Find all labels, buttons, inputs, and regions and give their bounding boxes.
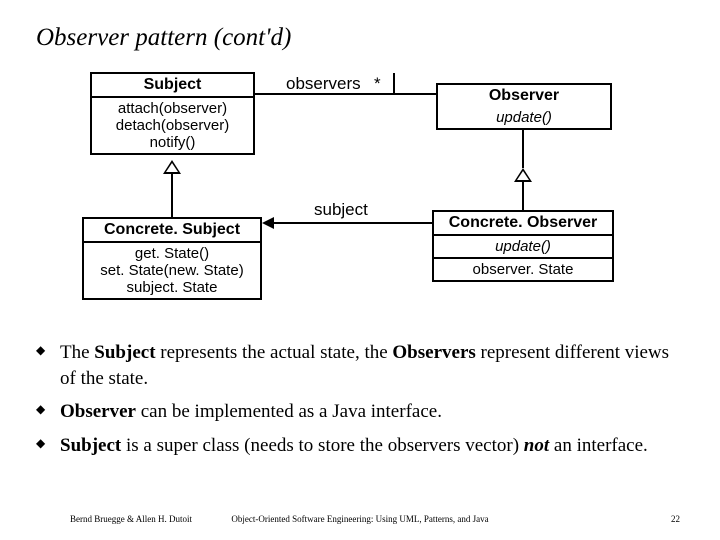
bold: Subject	[60, 435, 121, 456]
op: get. State()	[88, 245, 256, 262]
class-ops: get. State() set. State(new. State) subj…	[84, 243, 260, 298]
class-name: Subject	[92, 74, 253, 98]
op: attach(observer)	[96, 100, 249, 117]
assoc-label-star: *	[374, 74, 381, 94]
op: update()	[442, 109, 606, 126]
generalization-icon	[514, 168, 532, 182]
class-observer: Observer update()	[436, 83, 612, 130]
class-subject: Subject attach(observer) detach(observer…	[90, 72, 255, 155]
bullet-list: The Subject represents the actual state,…	[36, 340, 680, 467]
generalization-icon	[163, 160, 181, 174]
gen-line	[522, 182, 524, 210]
text: represents the actual state, the	[156, 342, 393, 363]
bullet-item: Observer can be implemented as a Java in…	[36, 399, 680, 425]
bullet-item: The Subject represents the actual state,…	[36, 340, 680, 391]
assoc-line-subject	[274, 222, 432, 224]
text: is a super class (needs to store the obs…	[121, 435, 524, 456]
bullet-item: Subject is a super class (needs to store…	[36, 433, 680, 459]
op: detach(observer)	[96, 117, 249, 134]
text: an interface.	[549, 435, 648, 456]
footer-title: Object-Oriented Software Engineering: Us…	[0, 514, 720, 524]
class-name: Concrete. Subject	[84, 219, 260, 243]
bold: Subject	[94, 342, 155, 363]
bold: Observer	[60, 401, 136, 422]
class-attrs: observer. State	[434, 257, 612, 280]
class-name: Observer	[438, 85, 610, 107]
class-ops: update()	[438, 107, 610, 128]
assoc-label-subject: subject	[314, 200, 368, 220]
bold: Observers	[392, 342, 475, 363]
assoc-label-observers: observers	[286, 74, 361, 94]
gen-line-upper	[522, 128, 524, 168]
class-ops: attach(observer) detach(observer) notify…	[92, 98, 253, 153]
gen-line	[171, 174, 173, 217]
assoc-tick	[393, 73, 395, 95]
slide-title: Observer pattern (cont'd)	[36, 24, 291, 52]
op: notify()	[96, 134, 249, 151]
attr: observer. State	[438, 261, 608, 278]
class-concrete-observer: Concrete. Observer update() observer. St…	[432, 210, 614, 282]
footer-page: 22	[671, 514, 680, 524]
text: can be implemented as a Java interface.	[136, 401, 442, 422]
op: update()	[438, 238, 608, 255]
arrowhead-icon	[262, 217, 274, 229]
op: subject. State	[88, 279, 256, 296]
op: set. State(new. State)	[88, 262, 256, 279]
bold-italic: not	[524, 435, 549, 456]
class-ops: update()	[434, 236, 612, 257]
class-name: Concrete. Observer	[434, 212, 612, 236]
class-concrete-subject: Concrete. Subject get. State() set. Stat…	[82, 217, 262, 300]
text: The	[60, 342, 94, 363]
